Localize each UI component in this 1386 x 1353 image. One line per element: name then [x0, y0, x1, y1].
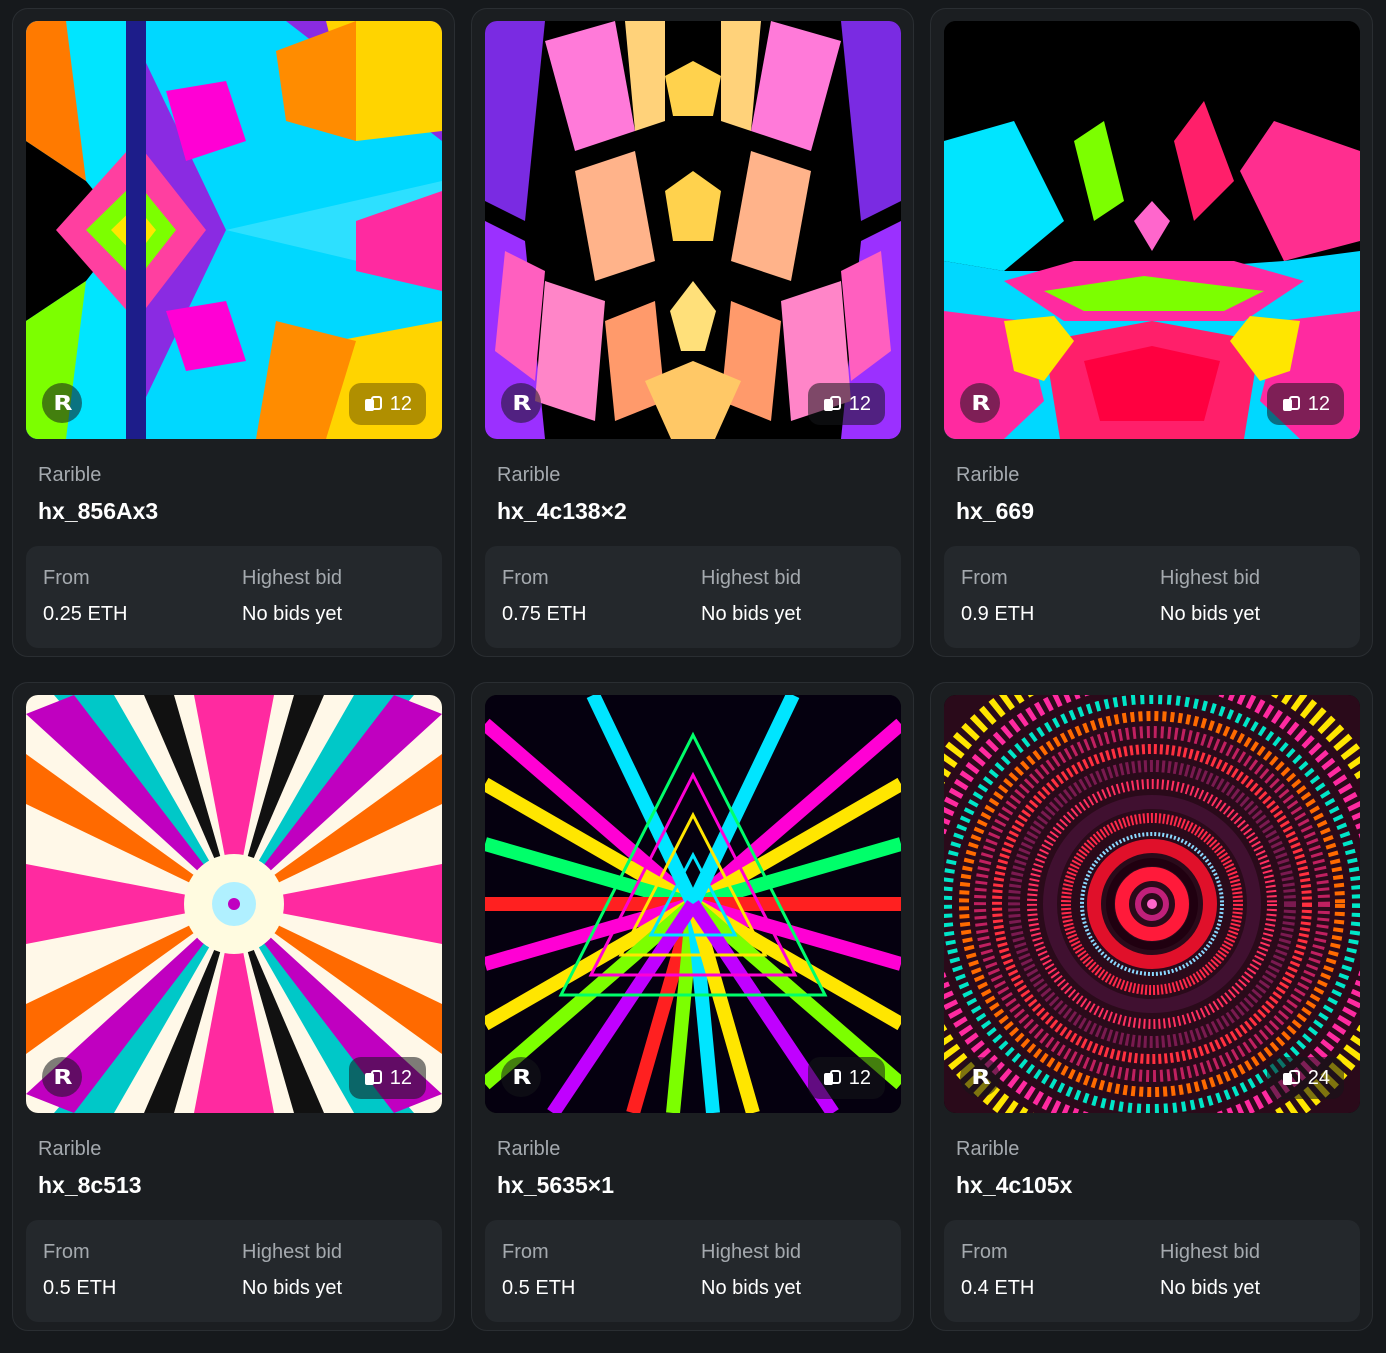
edition-count-badge: 12 — [1266, 383, 1344, 425]
nft-artwork[interactable]: R 12 — [26, 695, 442, 1113]
copies-icon — [823, 1070, 841, 1085]
price-box: From 0.5 ETH Highest bid No bids yet — [26, 1220, 442, 1322]
artwork-image — [26, 21, 442, 439]
edition-count-badge: 12 — [348, 1057, 426, 1099]
nft-artwork[interactable]: R 24 — [944, 695, 1360, 1113]
creator-name[interactable]: Rarible — [497, 1137, 901, 1161]
highest-bid-label: Highest bid — [242, 1241, 343, 1263]
price-box: From 0.75 ETH Highest bid No bids yet — [485, 546, 901, 648]
price-box: From 0.5 ETH Highest bid No bids yet — [485, 1220, 901, 1322]
copies-icon — [1282, 1070, 1300, 1085]
highest-bid-label: Highest bid — [701, 567, 802, 589]
copies-icon — [364, 1070, 382, 1085]
copies-icon — [823, 396, 841, 411]
rarible-logo-icon: R — [42, 1057, 82, 1097]
highest-bid-value: No bids yet — [701, 603, 802, 625]
copies-icon — [1282, 396, 1300, 411]
nft-artwork[interactable]: R 12 — [944, 21, 1360, 439]
nft-title[interactable]: hx_5635×1 — [497, 1171, 901, 1199]
creator-name[interactable]: Rarible — [956, 463, 1360, 487]
from-label: From — [961, 567, 1008, 589]
highest-bid-value: No bids yet — [701, 1277, 802, 1299]
edition-count: 12 — [848, 392, 871, 415]
copies-icon — [364, 396, 382, 411]
rarible-logo-icon: R — [42, 383, 82, 423]
artwork-image — [485, 21, 901, 439]
artwork-image — [944, 695, 1360, 1113]
highest-bid-value: No bids yet — [242, 1277, 343, 1299]
nft-title[interactable]: hx_4c138×2 — [497, 497, 901, 525]
rarible-logo-icon: R — [960, 1057, 1000, 1097]
nft-card[interactable]: R 12 Rarible hx_4c138×2 From 0.75 ETH Hi… — [471, 8, 914, 657]
price-value: 0.5 ETH — [43, 1277, 117, 1299]
price-box: From 0.25 ETH Highest bid No bids yet — [26, 546, 442, 648]
artwork-image — [26, 695, 442, 1113]
edition-count-badge: 12 — [807, 1057, 885, 1099]
nft-artwork[interactable]: R 12 — [485, 695, 901, 1113]
creator-name[interactable]: Rarible — [497, 463, 901, 487]
nft-card[interactable]: R 12 Rarible hx_856Ax3 From 0.25 ETH Hig… — [12, 8, 455, 657]
edition-count: 24 — [1307, 1066, 1330, 1089]
price-box: From 0.4 ETH Highest bid No bids yet — [944, 1220, 1360, 1322]
rarible-logo-icon: R — [501, 1057, 541, 1097]
from-label: From — [502, 567, 549, 589]
edition-count: 12 — [389, 392, 412, 415]
nft-card[interactable]: R 24 Rarible hx_4c105x From 0.4 ETH High… — [930, 682, 1373, 1331]
from-label: From — [502, 1241, 549, 1263]
edition-count-badge: 12 — [807, 383, 885, 425]
highest-bid-label: Highest bid — [1160, 567, 1261, 589]
edition-count: 12 — [389, 1066, 412, 1089]
from-label: From — [961, 1241, 1008, 1263]
edition-count-badge: 24 — [1266, 1057, 1344, 1099]
artwork-image — [944, 21, 1360, 439]
from-label: From — [43, 567, 90, 589]
highest-bid-value: No bids yet — [1160, 603, 1261, 625]
nft-card[interactable]: R 12 Rarible hx_8c513 From 0.5 ETH Highe… — [12, 682, 455, 1331]
price-value: 0.5 ETH — [502, 1277, 576, 1299]
highest-bid-value: No bids yet — [1160, 1277, 1261, 1299]
nft-card[interactable]: R 12 Rarible hx_669 From 0.9 ETH Highest… — [930, 8, 1373, 657]
edition-count-badge: 12 — [348, 383, 426, 425]
price-value: 0.4 ETH — [961, 1277, 1035, 1299]
nft-card[interactable]: R 12 Rarible hx_5635×1 From 0.5 ETH High… — [471, 682, 914, 1331]
price-value: 0.9 ETH — [961, 603, 1035, 625]
nft-title[interactable]: hx_4c105x — [956, 1171, 1360, 1199]
from-label: From — [43, 1241, 90, 1263]
nft-artwork[interactable]: R 12 — [485, 21, 901, 439]
nft-grid: R 12 Rarible hx_856Ax3 From 0.25 ETH Hig… — [12, 8, 1373, 1331]
rarible-logo-icon: R — [501, 383, 541, 423]
artwork-image — [485, 695, 901, 1113]
price-box: From 0.9 ETH Highest bid No bids yet — [944, 546, 1360, 648]
price-value: 0.25 ETH — [43, 603, 128, 625]
highest-bid-value: No bids yet — [242, 603, 343, 625]
price-value: 0.75 ETH — [502, 603, 587, 625]
highest-bid-label: Highest bid — [242, 567, 343, 589]
creator-name[interactable]: Rarible — [956, 1137, 1360, 1161]
highest-bid-label: Highest bid — [1160, 1241, 1261, 1263]
nft-title[interactable]: hx_669 — [956, 497, 1360, 525]
creator-name[interactable]: Rarible — [38, 1137, 442, 1161]
edition-count: 12 — [848, 1066, 871, 1089]
nft-artwork[interactable]: R 12 — [26, 21, 442, 439]
edition-count: 12 — [1307, 392, 1330, 415]
nft-title[interactable]: hx_856Ax3 — [38, 497, 442, 525]
creator-name[interactable]: Rarible — [38, 463, 442, 487]
rarible-logo-icon: R — [960, 383, 1000, 423]
nft-title[interactable]: hx_8c513 — [38, 1171, 442, 1199]
highest-bid-label: Highest bid — [701, 1241, 802, 1263]
